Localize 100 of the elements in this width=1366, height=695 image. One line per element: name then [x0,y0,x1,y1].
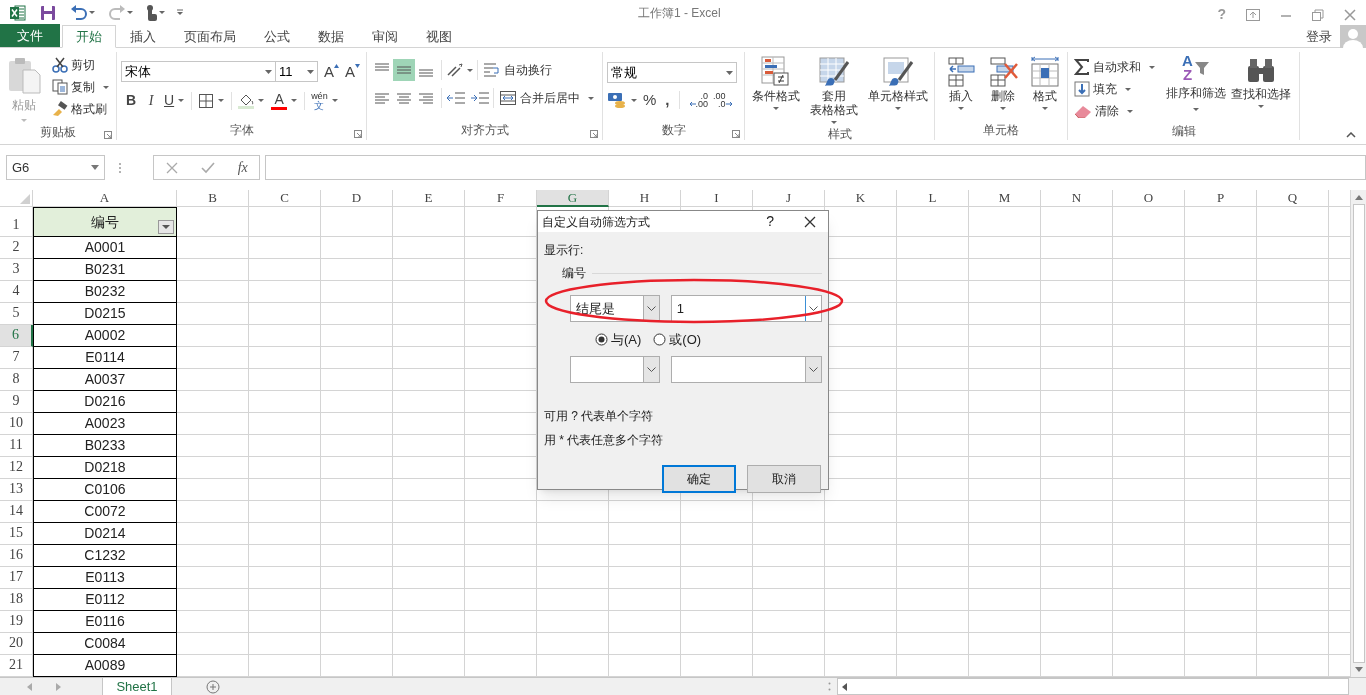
orientation-button[interactable] [446,61,474,79]
empty-cell[interactable] [1257,325,1329,347]
font-name-field[interactable]: 宋体 [121,61,276,82]
row-header[interactable]: 18 [0,589,33,611]
empty-cell[interactable] [1041,545,1113,567]
empty-cell[interactable] [1185,523,1257,545]
empty-cell[interactable] [177,633,249,655]
ribbon-tab[interactable]: 公式 [250,25,304,48]
restore-icon[interactable] [1312,8,1324,21]
empty-cell[interactable] [1113,369,1185,391]
empty-cell[interactable] [177,391,249,413]
empty-cell[interactable] [537,567,609,589]
empty-cell[interactable] [969,523,1041,545]
sort-filter-button[interactable]: A Z 排序和筛选 [1164,54,1228,122]
empty-cell[interactable] [321,479,393,501]
empty-cell[interactable] [1257,259,1329,281]
empty-cell[interactable] [177,589,249,611]
row-header[interactable]: 7 [0,347,33,369]
empty-cell[interactable] [753,589,825,611]
operator-dropdown[interactable]: 结尾是 [570,295,660,322]
cell-styles-button[interactable]: 单元格样式 [865,54,931,125]
empty-cell[interactable] [177,281,249,303]
empty-cell[interactable] [393,545,465,567]
empty-cell[interactable] [1113,259,1185,281]
empty-cell[interactable] [321,303,393,325]
empty-cell[interactable] [969,633,1041,655]
empty-cell[interactable] [1257,391,1329,413]
empty-cell[interactable] [1041,457,1113,479]
empty-cell[interactable] [681,589,753,611]
empty-cell[interactable] [393,567,465,589]
empty-cell[interactable] [393,633,465,655]
empty-cell[interactable] [321,281,393,303]
empty-cell[interactable] [393,237,465,259]
increase-indent-icon[interactable] [470,90,490,106]
empty-cell[interactable] [1113,545,1185,567]
empty-cell[interactable] [177,435,249,457]
empty-cell[interactable] [393,281,465,303]
empty-cell[interactable] [177,369,249,391]
bold-button[interactable]: B [124,90,138,111]
empty-cell[interactable] [1113,611,1185,633]
clear-button[interactable]: 清除 [1072,100,1164,122]
empty-cell[interactable] [1113,391,1185,413]
empty-cell[interactable] [393,413,465,435]
ribbon-tab[interactable]: 视图 [412,25,466,48]
column-header[interactable]: N [1041,190,1113,207]
empty-cell[interactable] [177,237,249,259]
empty-cell[interactable] [177,567,249,589]
empty-cell[interactable] [1041,391,1113,413]
empty-cell[interactable] [1113,281,1185,303]
empty-cell[interactable] [249,413,321,435]
empty-cell[interactable] [321,611,393,633]
column-header[interactable]: C [249,190,321,207]
empty-cell[interactable] [393,523,465,545]
empty-cell[interactable] [1113,303,1185,325]
touch-hand-icon[interactable] [144,3,158,22]
empty-cell[interactable] [249,369,321,391]
empty-cell[interactable] [465,567,537,589]
empty-cell[interactable] [249,303,321,325]
empty-cell[interactable] [321,413,393,435]
empty-cell[interactable] [393,207,465,237]
insert-function-button[interactable]: fx [237,157,248,178]
empty-cell[interactable] [321,347,393,369]
empty-cell[interactable] [537,501,609,523]
column-header[interactable]: L [897,190,969,207]
row-header[interactable]: 10 [0,413,33,435]
empty-cell[interactable] [249,545,321,567]
empty-cell[interactable] [249,391,321,413]
empty-cell[interactable] [1257,589,1329,611]
font-color-button[interactable]: A [271,91,299,110]
dialog-launcher-icon[interactable] [104,131,112,139]
empty-cell[interactable] [753,567,825,589]
file-tab[interactable]: 文件 [0,24,60,47]
fill-color-button[interactable] [238,92,266,109]
save-icon[interactable] [40,4,56,21]
column-header[interactable]: D [321,190,393,207]
empty-cell[interactable] [1185,347,1257,369]
empty-cell[interactable] [1185,207,1257,237]
empty-cell[interactable] [1257,611,1329,633]
empty-cell[interactable] [1113,589,1185,611]
empty-cell[interactable] [1041,611,1113,633]
empty-cell[interactable] [825,545,897,567]
empty-cell[interactable] [249,611,321,633]
empty-cell[interactable] [753,523,825,545]
ribbon-tab[interactable]: 插入 [116,25,170,48]
empty-cell[interactable] [969,545,1041,567]
empty-cell[interactable] [897,325,969,347]
ribbon-tab[interactable]: 审阅 [358,25,412,48]
empty-cell[interactable] [1041,589,1113,611]
empty-cell[interactable] [393,611,465,633]
empty-cell[interactable] [249,479,321,501]
empty-cell[interactable] [609,633,681,655]
empty-cell[interactable] [1185,611,1257,633]
empty-cell[interactable] [393,457,465,479]
empty-cell[interactable] [1041,567,1113,589]
empty-cell[interactable] [1257,435,1329,457]
empty-cell[interactable] [177,325,249,347]
empty-cell[interactable] [825,523,897,545]
empty-cell[interactable] [1041,501,1113,523]
shrink-font-button[interactable]: A [345,64,361,79]
empty-cell[interactable] [1257,281,1329,303]
